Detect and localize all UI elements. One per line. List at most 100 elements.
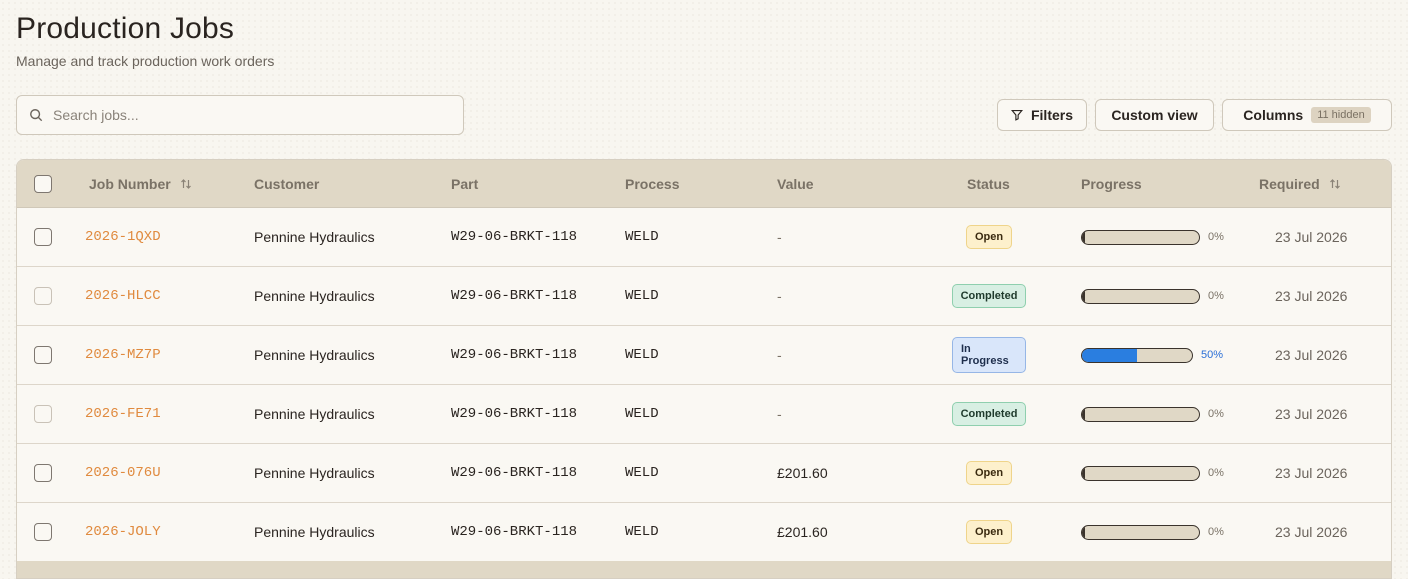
page-title: Production Jobs <box>16 12 235 45</box>
process-cell: WELD <box>625 524 659 540</box>
table-row[interactable]: 2026-MZ7P Pennine Hydraulics W29-06-BRKT-1… <box>17 326 1391 385</box>
progress-bar <box>1081 288 1200 304</box>
part-cell: W29-06-BRKT-118 <box>451 347 578 363</box>
progress-fill <box>1082 348 1137 362</box>
page-subtitle: Manage and track production work orders <box>16 53 275 69</box>
process-cell: WELD <box>625 465 659 481</box>
value-cell: £201.60 <box>777 465 828 481</box>
progress-fill <box>1082 525 1085 539</box>
progress-bar <box>1081 524 1200 540</box>
customer-cell: Pennine Hydraulics <box>254 347 375 363</box>
status-badge: Open <box>965 520 1013 544</box>
header-status[interactable]: Status <box>967 160 1010 208</box>
process-cell: WELD <box>625 406 659 422</box>
search-icon <box>30 109 43 122</box>
search-input[interactable] <box>53 107 433 123</box>
job-number-link[interactable]: 2026-MZ7P <box>85 347 161 363</box>
row-checkbox[interactable] <box>34 405 52 423</box>
part-cell: W29-06-BRKT-118 <box>451 229 578 245</box>
job-number-link[interactable]: 2026-JOLY <box>85 524 161 540</box>
required-date-cell: 23 Jul 2026 <box>1275 288 1348 304</box>
value-cell: - <box>777 229 782 245</box>
filter-icon <box>1010 109 1023 121</box>
job-number-link[interactable]: 2026-HLCC <box>85 288 161 304</box>
customer-cell: Pennine Hydraulics <box>254 524 375 540</box>
progress-fill <box>1082 289 1085 303</box>
table-footer <box>17 561 1391 578</box>
row-checkbox[interactable] <box>34 346 52 364</box>
progress-fill <box>1082 230 1085 244</box>
header-part[interactable]: Part <box>451 160 478 208</box>
status-badge: In Progress <box>952 337 1026 373</box>
status-badge: Open <box>965 225 1013 249</box>
header-progress[interactable]: Progress <box>1081 160 1142 208</box>
process-cell: WELD <box>625 347 659 363</box>
progress-bar <box>1081 406 1200 422</box>
value-cell: - <box>777 347 782 363</box>
table-row[interactable]: 2026-076U Pennine Hydraulics W29-06-BRKT-1… <box>17 444 1391 503</box>
table-row[interactable]: 2026-FE71 Pennine Hydraulics W29-06-BRKT-1… <box>17 385 1391 444</box>
part-cell: W29-06-BRKT-118 <box>451 288 578 304</box>
filters-label: Filters <box>1030 107 1073 123</box>
table-row[interactable]: 2026-1QXD Pennine Hydraulics W29-06-BRKT-1… <box>17 208 1391 267</box>
job-number-link[interactable]: 2026-076U <box>85 465 161 481</box>
customer-cell: Pennine Hydraulics <box>254 229 375 245</box>
columns-button[interactable]: Columns 11 hidden <box>1222 99 1392 131</box>
row-checkbox[interactable] <box>34 287 52 305</box>
part-cell: W29-06-BRKT-118 <box>451 524 578 540</box>
table-header: Job Number Customer Part Process Value S… <box>17 160 1391 208</box>
columns-label: Columns <box>1243 107 1304 123</box>
job-number-link[interactable]: 2026-FE71 <box>85 406 161 422</box>
value-cell: £201.60 <box>777 524 828 540</box>
header-job-number[interactable]: Job Number <box>89 160 192 208</box>
part-cell: W29-06-BRKT-118 <box>451 406 578 422</box>
table-row[interactable]: 2026-HLCC Pennine Hydraulics W29-06-BRKT-1… <box>17 267 1391 326</box>
required-date-cell: 23 Jul 2026 <box>1275 524 1348 540</box>
required-date-cell: 23 Jul 2026 <box>1275 347 1348 363</box>
header-value[interactable]: Value <box>777 160 814 208</box>
row-checkbox[interactable] <box>34 228 52 246</box>
table-body: 2026-1QXD Pennine Hydraulics W29-06-BRKT-1… <box>17 208 1391 562</box>
jobs-table: Job Number Customer Part Process Value S… <box>16 159 1392 579</box>
required-date-cell: 23 Jul 2026 <box>1275 465 1348 481</box>
progress-bar <box>1081 229 1200 245</box>
row-checkbox[interactable] <box>34 523 52 541</box>
process-cell: WELD <box>625 229 659 245</box>
progress-percent: 0% <box>1208 290 1224 302</box>
value-cell: - <box>777 288 782 304</box>
sort-icon <box>1329 179 1340 189</box>
custom-view-label: Custom view <box>1111 107 1198 123</box>
progress-percent: 0% <box>1208 408 1224 420</box>
customer-cell: Pennine Hydraulics <box>254 406 375 422</box>
customer-cell: Pennine Hydraulics <box>254 465 375 481</box>
hidden-columns-badge: 11 hidden <box>1311 107 1371 123</box>
required-date-cell: 23 Jul 2026 <box>1275 229 1348 245</box>
header-process[interactable]: Process <box>625 160 679 208</box>
value-cell: - <box>777 406 782 422</box>
search-box[interactable] <box>16 95 464 135</box>
filters-button[interactable]: Filters <box>997 99 1087 131</box>
status-badge: Open <box>965 461 1013 485</box>
sort-icon <box>180 179 191 189</box>
progress-percent: 0% <box>1208 231 1224 243</box>
required-date-cell: 23 Jul 2026 <box>1275 406 1348 422</box>
job-number-link[interactable]: 2026-1QXD <box>85 229 161 245</box>
row-checkbox[interactable] <box>34 464 52 482</box>
progress-fill <box>1082 466 1085 480</box>
status-badge: Completed <box>951 402 1027 426</box>
part-cell: W29-06-BRKT-118 <box>451 465 578 481</box>
select-all-checkbox[interactable] <box>34 175 52 193</box>
progress-fill <box>1082 407 1085 421</box>
progress-bar <box>1081 347 1193 363</box>
progress-bar <box>1081 465 1200 481</box>
progress-percent: 50% <box>1201 349 1224 361</box>
header-customer[interactable]: Customer <box>254 160 319 208</box>
header-required[interactable]: Required <box>1259 160 1341 208</box>
process-cell: WELD <box>625 288 659 304</box>
table-row[interactable]: 2026-JOLY Pennine Hydraulics W29-06-BRKT-1… <box>17 503 1391 562</box>
progress-percent: 0% <box>1208 467 1224 479</box>
status-badge: Completed <box>951 284 1027 308</box>
customer-cell: Pennine Hydraulics <box>254 288 375 304</box>
custom-view-button[interactable]: Custom view <box>1095 99 1214 131</box>
progress-percent: 0% <box>1208 526 1224 538</box>
